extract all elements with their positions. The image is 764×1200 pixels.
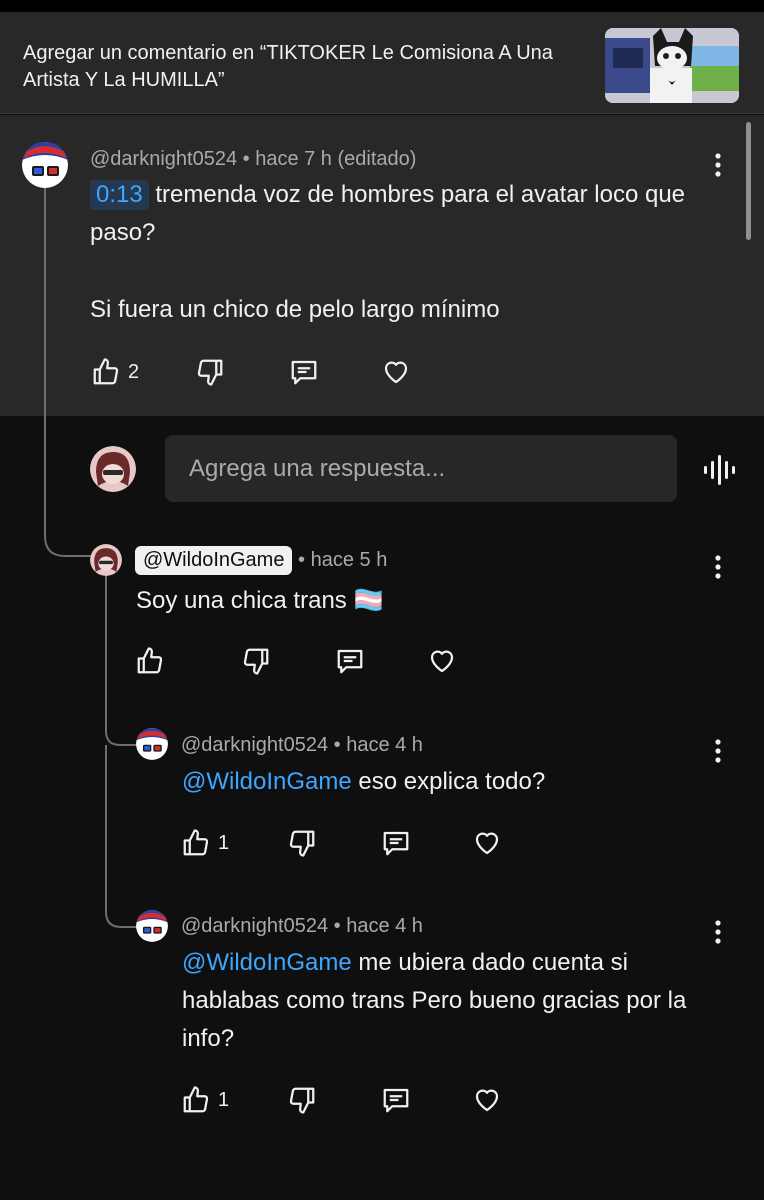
- reply-icon: [337, 649, 363, 674]
- more-button[interactable]: [708, 148, 728, 182]
- reply-input-box[interactable]: [165, 435, 677, 502]
- more-button[interactable]: [708, 550, 728, 584]
- comment-text-paragraph: Si fuera un chico de pelo largo mínimo: [90, 296, 500, 323]
- dislike-button[interactable]: [282, 823, 322, 863]
- voice-search-icon: [704, 455, 735, 485]
- voice-search-button[interactable]: [700, 450, 740, 490]
- heart-button[interactable]: [467, 823, 507, 863]
- thread-curve: [44, 510, 92, 557]
- thread-curve: [105, 725, 139, 746]
- mention-link[interactable]: @WildoInGame: [182, 768, 352, 795]
- comment-time: • hace 7 h (editado): [237, 148, 417, 170]
- comment-meta: @darknight0524 • hace 7 h (editado): [90, 148, 416, 171]
- more-icon: [715, 153, 721, 177]
- dislike-icon: [243, 648, 269, 675]
- reply-meta: @darknight0524 • hace 4 h: [181, 734, 423, 757]
- thread-line: [44, 185, 46, 515]
- comment-text: 0:13 tremenda voz de hombres para el ava…: [90, 176, 700, 252]
- thread-line: [105, 572, 107, 732]
- reply-author-chip[interactable]: @WildoInGame: [135, 546, 293, 575]
- heart-icon: [384, 361, 408, 384]
- reply-button[interactable]: [376, 823, 416, 863]
- thread-curve: [105, 900, 139, 928]
- like-icon: [183, 829, 209, 856]
- thread-line: [105, 745, 107, 905]
- heart-button[interactable]: [376, 352, 416, 392]
- like-icon: [93, 358, 119, 385]
- like-button[interactable]: [176, 823, 216, 863]
- reply-button[interactable]: [330, 641, 370, 681]
- heart-button[interactable]: [422, 641, 462, 681]
- reply-time: • hace 5 h: [292, 549, 388, 571]
- comment-header: Agregar un comentario en “TIKTOKER Le Co…: [0, 12, 764, 114]
- reply-text: Soy una chica trans 🏳️‍⚧️: [136, 587, 384, 614]
- more-icon: [715, 920, 721, 944]
- reply-button[interactable]: [284, 352, 324, 392]
- reply-author[interactable]: @darknight0524: [181, 915, 328, 937]
- comment-author[interactable]: @darknight0524: [90, 148, 237, 170]
- reply-time: • hace 4 h: [328, 734, 423, 756]
- dislike-icon: [197, 359, 223, 386]
- avatar[interactable]: [136, 910, 168, 942]
- like-button[interactable]: [86, 352, 126, 392]
- reply-icon: [383, 831, 409, 856]
- more-icon: [715, 555, 721, 579]
- reply-button[interactable]: [376, 1080, 416, 1120]
- scrollbar[interactable]: [746, 122, 751, 240]
- dislike-icon: [289, 830, 315, 857]
- timestamp-link[interactable]: 0:13: [90, 180, 149, 210]
- reply-text: @WildoInGame eso explica todo?: [182, 763, 722, 801]
- reply-text-body: eso explica todo?: [351, 768, 546, 795]
- reply-text: @WildoInGame me ubiera dado cuenta si ha…: [182, 944, 722, 1058]
- header-title: Agregar un comentario en “TIKTOKER Le Co…: [23, 42, 553, 91]
- like-count: 1: [218, 832, 230, 854]
- status-bar: [0, 0, 764, 12]
- comment-actions: 2: [86, 352, 426, 392]
- dislike-icon: [289, 1087, 315, 1114]
- like-count: 2: [128, 361, 140, 383]
- avatar[interactable]: [136, 728, 168, 760]
- user-avatar[interactable]: [90, 446, 136, 492]
- dislike-button[interactable]: [190, 352, 230, 392]
- reply-input[interactable]: [165, 435, 677, 502]
- dislike-button[interactable]: [282, 1080, 322, 1120]
- comment-text-line1: tremenda voz de hombres para el avatar l…: [90, 181, 686, 246]
- like-icon: [137, 647, 163, 674]
- heart-icon: [475, 832, 499, 855]
- reply-actions: 1: [176, 1080, 516, 1120]
- dislike-button[interactable]: [236, 641, 276, 681]
- reply-actions: [130, 641, 470, 681]
- reply-icon: [291, 360, 317, 385]
- heart-button[interactable]: [467, 1080, 507, 1120]
- avatar[interactable]: [90, 544, 122, 576]
- reply-icon: [383, 1088, 409, 1113]
- mention-link[interactable]: @WildoInGame: [182, 949, 352, 976]
- like-count: 1: [218, 1089, 230, 1111]
- reply-actions: 1: [176, 823, 516, 863]
- like-icon: [183, 1086, 209, 1113]
- heart-icon: [475, 1089, 499, 1112]
- heart-icon: [430, 650, 454, 673]
- more-icon: [715, 739, 721, 763]
- reply-author[interactable]: @darknight0524: [181, 734, 328, 756]
- reply-meta: @WildoInGame • hace 5 h: [135, 546, 387, 575]
- video-thumbnail[interactable]: [605, 28, 739, 103]
- avatar[interactable]: [22, 142, 68, 188]
- reply-time: • hace 4 h: [328, 915, 423, 937]
- reply-meta: @darknight0524 • hace 4 h: [181, 915, 423, 938]
- like-button[interactable]: [130, 641, 170, 681]
- like-button[interactable]: [176, 1080, 216, 1120]
